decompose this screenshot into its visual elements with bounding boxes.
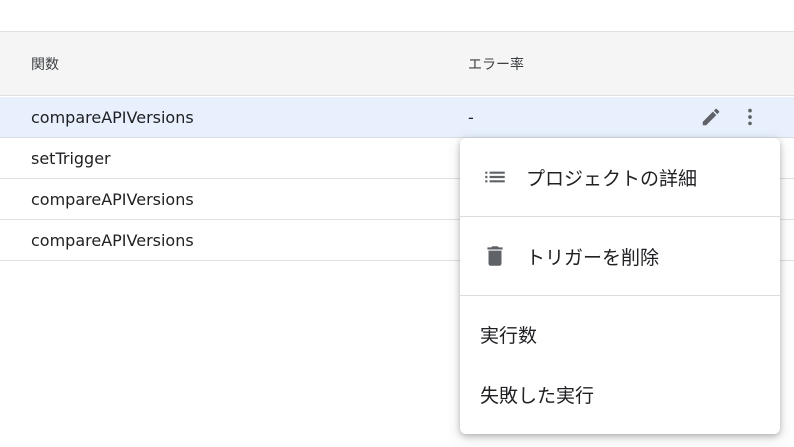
function-name: compareAPIVersions <box>31 107 194 127</box>
menu-item-label: 実行数 <box>480 324 538 347</box>
column-header-function: 関数 <box>31 56 59 73</box>
pencil-icon[interactable] <box>699 105 723 129</box>
column-header-error-rate: エラー率 <box>468 56 524 73</box>
more-vert-icon[interactable] <box>738 105 762 129</box>
menu-item-label: トリガーを削除 <box>526 246 660 269</box>
list-icon <box>482 164 508 190</box>
menu-item-delete-trigger[interactable]: トリガーを削除 <box>460 217 780 295</box>
function-name: compareAPIVersions <box>31 230 194 250</box>
error-rate-value: - <box>468 107 474 127</box>
trash-icon <box>482 243 508 269</box>
menu-item-failed-executions[interactable]: 失敗した実行 <box>460 366 780 422</box>
menu-item-label: 失敗した実行 <box>480 384 595 407</box>
menu-divider <box>460 295 780 296</box>
function-name: setTrigger <box>31 148 111 168</box>
table-row[interactable]: compareAPIVersions - <box>0 97 794 138</box>
context-menu: プロジェクトの詳細 トリガーを削除 実行数 失敗した実行 <box>460 138 780 434</box>
function-name: compareAPIVersions <box>31 189 194 209</box>
menu-item-project-details[interactable]: プロジェクトの詳細 <box>460 138 780 216</box>
menu-item-executions[interactable]: 実行数 <box>460 306 780 362</box>
menu-item-label: プロジェクトの詳細 <box>526 167 698 190</box>
table-header: 関数 エラー率 <box>0 31 794 96</box>
